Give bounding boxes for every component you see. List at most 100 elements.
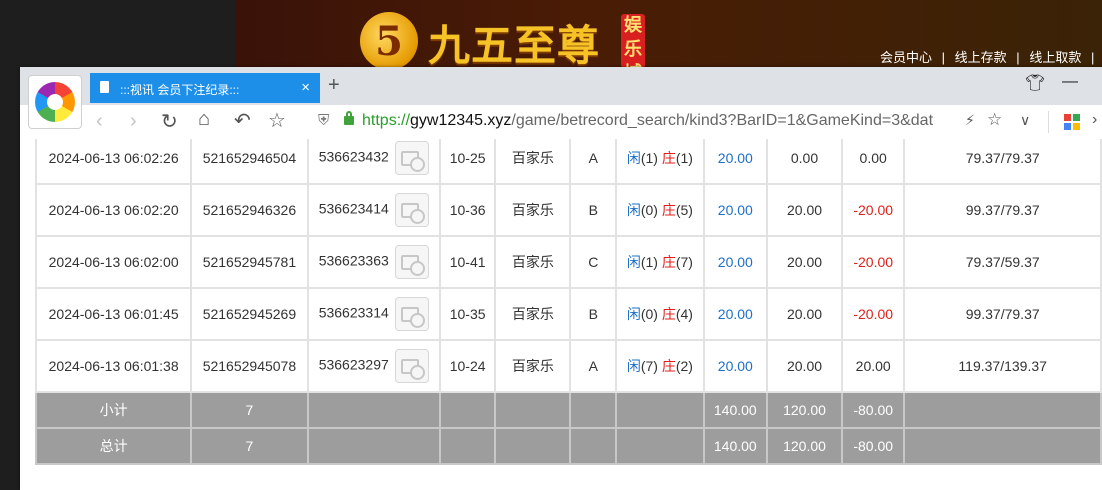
address-bar[interactable]: ⛨ https://gyw12345.xyz/game/betrecord_se… bbox=[310, 109, 1008, 135]
nav-divider: | bbox=[1090, 50, 1095, 65]
site-header: 5 九五至尊 娱乐城 会员中心 | 线上存款 | 线上取款 | — bbox=[235, 0, 1102, 70]
win-loss: 20.00 bbox=[841, 339, 906, 393]
online-withdraw-link[interactable]: 线上取款 bbox=[1029, 50, 1081, 65]
balance: 119.37/139.37 bbox=[903, 339, 1102, 393]
tab-bet-records[interactable]: :::视讯 会员下注纪录::: × bbox=[90, 73, 320, 103]
browser-titlebar: :::视讯 会员下注纪录::: × + 👕︎ — bbox=[20, 67, 1102, 105]
browser-logo-icon[interactable] bbox=[28, 75, 82, 129]
url-path: /game/betrecord_search/kind3?BarID=1&Gam… bbox=[511, 112, 934, 129]
result-cell: 闲(0) 庄(5) bbox=[615, 183, 705, 237]
tab-close-icon[interactable]: × bbox=[301, 79, 310, 96]
player-label: 闲 bbox=[626, 254, 641, 270]
browser-logo-ring-icon bbox=[35, 82, 75, 122]
nav-divider: | bbox=[941, 50, 946, 65]
toolbar-divider bbox=[1048, 111, 1049, 133]
game-id: 536623314 bbox=[318, 304, 389, 321]
bookmark-star-icon[interactable]: ☆ bbox=[268, 108, 286, 133]
skin-icon[interactable]: 👕︎ bbox=[1025, 73, 1045, 93]
game-name: 百家乐 bbox=[494, 339, 572, 393]
new-tab-button[interactable]: + bbox=[328, 74, 340, 97]
url-host: gyw12345.xyz bbox=[410, 112, 512, 129]
back-icon[interactable]: ‹ bbox=[96, 110, 103, 133]
video-replay-icon[interactable] bbox=[394, 193, 429, 227]
game-id-cell: 536623414 bbox=[306, 183, 441, 237]
balance: 99.37/79.37 bbox=[903, 183, 1102, 237]
lightning-icon[interactable]: ⚡︎ bbox=[965, 112, 975, 129]
game-name: 百家乐 bbox=[494, 235, 572, 289]
page-content: 2024-06-13 06:02:26 521652946504 536623432… bbox=[20, 139, 1102, 490]
player-points: (7) bbox=[640, 358, 658, 374]
forward-icon[interactable]: › bbox=[130, 110, 137, 133]
bet-time: 2024-06-13 06:02:00 bbox=[34, 235, 193, 289]
total-count: 7 bbox=[190, 427, 309, 465]
bet-amount: 20.00 bbox=[702, 183, 769, 237]
win-loss: -20.00 bbox=[841, 183, 906, 237]
game-name: 百家乐 bbox=[494, 287, 572, 341]
balance: 79.37/59.37 bbox=[903, 235, 1102, 289]
banker-label: 庄 bbox=[661, 358, 676, 374]
bet-amount: 20.00 bbox=[702, 139, 769, 185]
table-row: 2024-06-13 06:01:38 521652945078 536623297… bbox=[34, 339, 1102, 393]
home-icon[interactable]: ⌂ bbox=[198, 108, 210, 131]
bet-amount: 20.00 bbox=[702, 287, 769, 341]
subtotal-row: 小计 7 140.00 120.00 -80.00 bbox=[34, 391, 1102, 429]
win-loss: 0.00 bbox=[841, 139, 906, 185]
subtotal-count: 7 bbox=[190, 391, 309, 429]
player-label: 闲 bbox=[626, 358, 641, 374]
favorite-star-icon[interactable]: ☆ bbox=[987, 110, 1002, 130]
round-number: 10-41 bbox=[438, 235, 497, 289]
round-number: 10-24 bbox=[438, 339, 497, 393]
chevron-down-icon[interactable]: ∨ bbox=[1020, 112, 1030, 129]
chevron-right-icon[interactable]: › bbox=[1092, 111, 1097, 129]
shield-icon[interactable]: ⛨ bbox=[318, 112, 329, 129]
table-code: B bbox=[569, 287, 618, 341]
online-deposit-link[interactable]: 线上存款 bbox=[955, 50, 1007, 65]
bet-time: 2024-06-13 06:01:45 bbox=[34, 287, 193, 341]
minimize-icon[interactable]: — bbox=[1062, 73, 1078, 91]
video-replay-icon[interactable] bbox=[394, 297, 429, 331]
subtotal-bet: 140.00 bbox=[702, 391, 769, 429]
total-row: 总计 7 140.00 120.00 -80.00 bbox=[34, 427, 1102, 465]
subtotal-valid: 120.00 bbox=[765, 391, 844, 429]
valid-bet: 20.00 bbox=[765, 287, 844, 341]
lock-icon bbox=[344, 111, 354, 125]
player-label: 闲 bbox=[626, 202, 641, 218]
player-label: 闲 bbox=[626, 306, 641, 322]
game-name: 百家乐 bbox=[494, 183, 572, 237]
win-loss: -20.00 bbox=[841, 235, 906, 289]
order-number: 521652945781 bbox=[190, 235, 309, 289]
player-points: (0) bbox=[640, 202, 658, 218]
game-id: 536623414 bbox=[318, 200, 389, 217]
subtotal-win: -80.00 bbox=[841, 391, 906, 429]
url-text[interactable]: https://gyw12345.xyz/game/betrecord_sear… bbox=[362, 112, 952, 130]
game-id: 536623432 bbox=[318, 148, 389, 165]
table-code: C bbox=[569, 235, 618, 289]
game-name: 百家乐 bbox=[494, 139, 572, 185]
video-replay-icon[interactable] bbox=[394, 349, 429, 383]
tab-title: :::视讯 会员下注纪录::: bbox=[120, 83, 240, 97]
table-row: 2024-06-13 06:02:00 521652945781 536623363… bbox=[34, 235, 1102, 289]
result-cell: 闲(0) 庄(4) bbox=[615, 287, 705, 341]
undo-close-icon[interactable]: ↶ bbox=[234, 108, 251, 133]
game-id: 536623297 bbox=[318, 356, 389, 373]
table-code: A bbox=[569, 339, 618, 393]
banker-points: (1) bbox=[675, 150, 693, 166]
url-scheme: https:// bbox=[362, 112, 411, 129]
video-replay-icon[interactable] bbox=[394, 245, 429, 279]
banker-points: (7) bbox=[675, 254, 693, 270]
order-number: 521652945269 bbox=[190, 287, 309, 341]
result-cell: 闲(1) 庄(7) bbox=[615, 235, 705, 289]
round-number: 10-36 bbox=[438, 183, 497, 237]
bet-amount: 20.00 bbox=[702, 339, 769, 393]
video-replay-icon[interactable] bbox=[394, 141, 429, 175]
site-logo-tag: 娱乐城 bbox=[621, 14, 645, 68]
order-number: 521652945078 bbox=[190, 339, 309, 393]
win-loss: -20.00 bbox=[841, 287, 906, 341]
valid-bet: 20.00 bbox=[765, 235, 844, 289]
player-label: 闲 bbox=[626, 150, 641, 166]
apps-grid-icon[interactable] bbox=[1064, 114, 1080, 130]
table-code: B bbox=[569, 183, 618, 237]
reload-icon[interactable]: ↻ bbox=[161, 109, 178, 134]
member-center-link[interactable]: 会员中心 bbox=[880, 50, 932, 65]
banker-label: 庄 bbox=[661, 306, 676, 322]
